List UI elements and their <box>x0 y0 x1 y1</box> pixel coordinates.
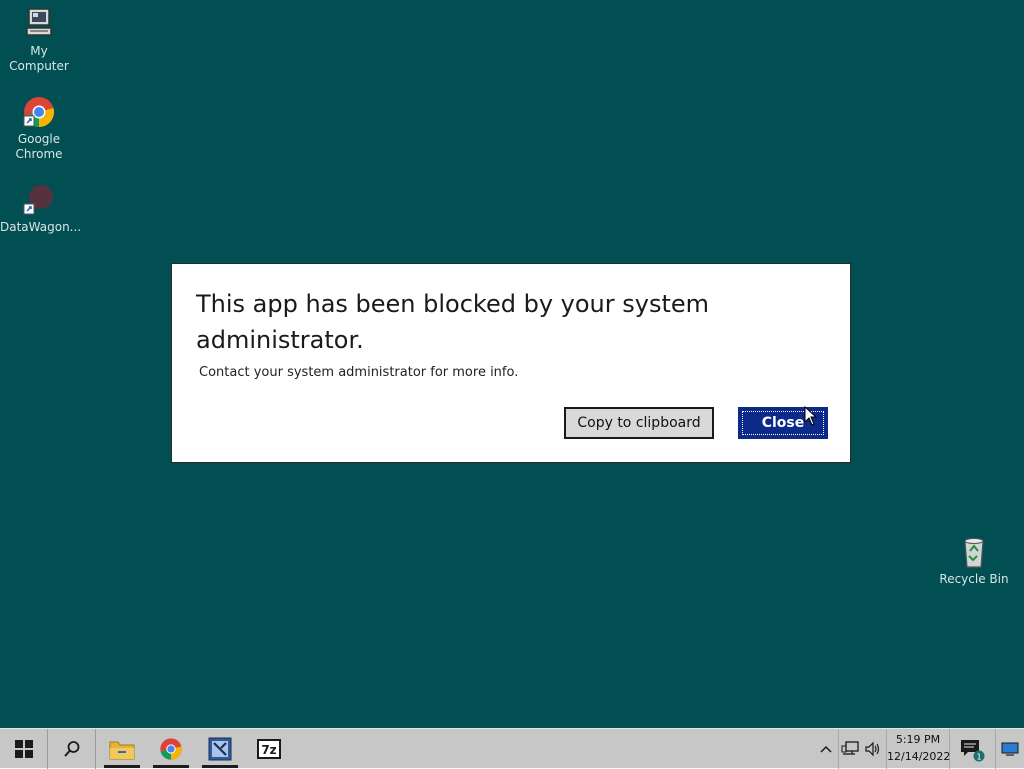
network-icon <box>841 741 859 755</box>
notification-count-badge: 1 <box>976 753 981 762</box>
blocked-app-dialog: This app has been blocked by your system… <box>171 263 851 463</box>
search-button[interactable] <box>48 729 96 769</box>
taskbar-app-7zip[interactable]: 7z <box>245 729 293 769</box>
folder-icon <box>109 741 135 760</box>
tool-icon <box>208 737 232 761</box>
desktop-icon-google-chrome[interactable]: Google Chrome <box>0 94 78 162</box>
volume-control[interactable] <box>861 729 885 769</box>
mouse-cursor-icon <box>804 406 818 426</box>
dialog-message: Contact your system administrator for mo… <box>199 365 519 380</box>
taskbar-app-tool[interactable] <box>196 729 244 769</box>
recycle-bin-icon <box>964 538 984 568</box>
desktop-icon-label: Recycle Bin <box>939 572 1009 586</box>
taskbar: 7z 5:19 PM 12/14/2022 1 <box>0 728 1024 769</box>
show-desktop-button[interactable] <box>996 729 1024 769</box>
7zip-icon: 7z <box>257 739 281 759</box>
show-desktop-icon <box>1001 742 1019 756</box>
show-hidden-icons-button[interactable] <box>814 729 838 769</box>
clock-time: 5:19 PM <box>895 733 941 746</box>
computer-icon <box>26 8 52 36</box>
desktop-icon-datawagon[interactable]: DataWagon... <box>0 182 82 235</box>
chevron-up-icon <box>820 745 832 753</box>
search-icon <box>63 741 79 757</box>
start-button[interactable] <box>0 729 48 769</box>
desktop-icon-label: DataWagon... <box>0 220 82 234</box>
desktop-icon-label: My Computer <box>9 44 69 73</box>
copy-to-clipboard-button[interactable]: Copy to clipboard <box>564 407 714 439</box>
clock-date: 12/14/2022 <box>887 750 951 763</box>
action-center-icon: 1 <box>961 740 985 762</box>
windows-start-icon <box>14 740 33 758</box>
desktop: My Computer Google Chrome DataWagon... R… <box>0 0 1024 728</box>
chrome-icon <box>160 738 182 760</box>
svg-text:7z: 7z <box>261 743 276 757</box>
dialog-title: This app has been blocked by your system… <box>196 290 710 354</box>
chrome-icon <box>23 97 55 128</box>
taskbar-app-chrome[interactable] <box>147 729 195 769</box>
volume-icon <box>865 741 880 757</box>
taskbar-clock[interactable]: 5:19 PM 12/14/2022 <box>886 729 950 769</box>
desktop-icon-label: Google Chrome <box>15 132 63 161</box>
action-center-button[interactable]: 1 <box>952 729 992 769</box>
desktop-icon-recycle-bin[interactable]: Recycle Bin <box>935 534 1013 587</box>
taskbar-app-file-explorer[interactable] <box>98 729 146 769</box>
network-status[interactable] <box>839 729 861 769</box>
desktop-icon-my-computer[interactable]: My Computer <box>0 6 78 74</box>
shortcut-icon <box>23 185 53 215</box>
